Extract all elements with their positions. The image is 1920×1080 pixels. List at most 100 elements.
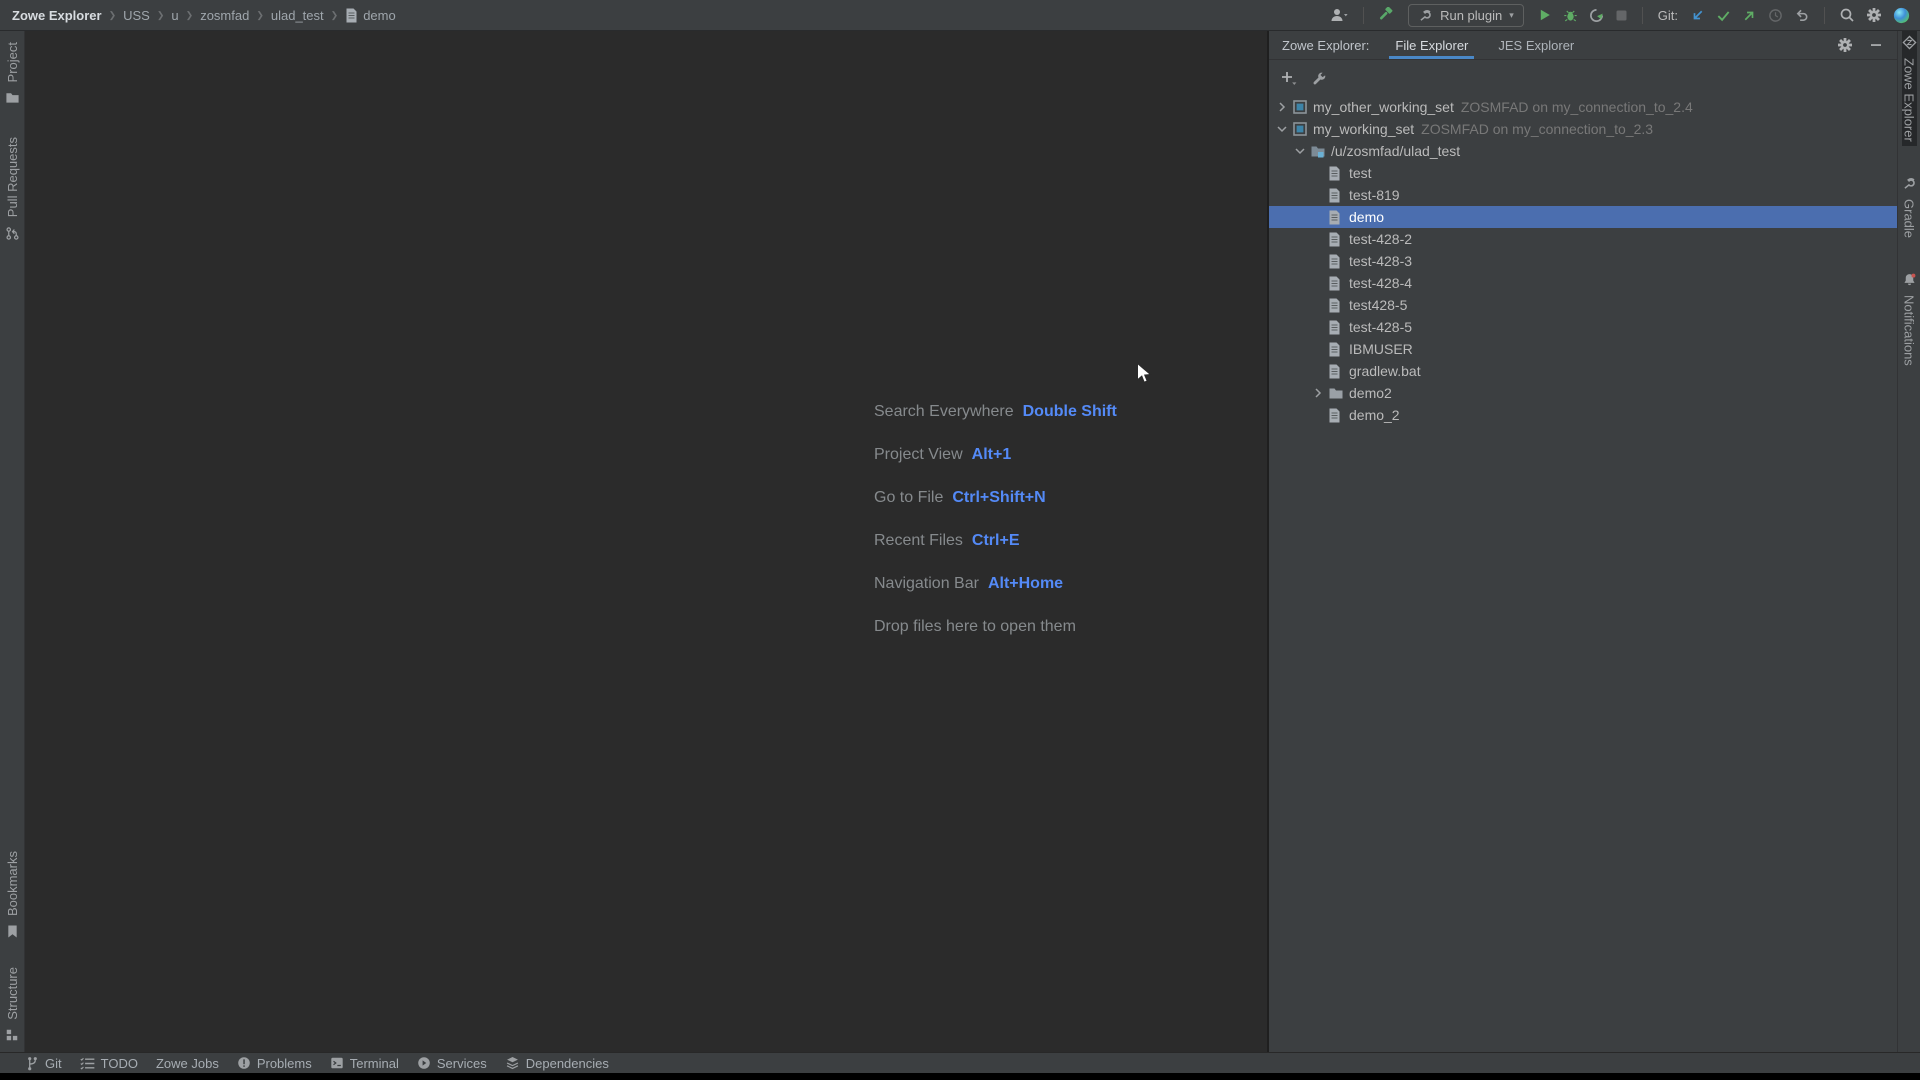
tree-item-label: test	[1349, 165, 1372, 181]
breadcrumb-item-zowe-explorer[interactable]: Zowe Explorer	[12, 8, 102, 23]
todo-icon	[80, 1057, 95, 1070]
tree-item-test-428-3[interactable]: test-428-3	[1269, 250, 1897, 272]
tree-item-my-other-working-set[interactable]: my_other_working_setZOSMFAD on my_connec…	[1269, 96, 1897, 118]
shortcut-hint-search-everywhere: Search EverywhereDouble Shift	[874, 403, 1117, 423]
settings-gear-icon-button[interactable]	[1866, 7, 1882, 23]
stripe-item-label: Gradle	[1902, 199, 1917, 238]
shortcut-hint-drop-files-here-to-open-them: Drop files here to open them	[874, 618, 1117, 638]
statusbar-button-git[interactable]: Git	[26, 1056, 62, 1071]
tab-file-explorer[interactable]: File Explorer	[1395, 31, 1468, 59]
stripe-item-zowe-explorer[interactable]: Zowe Explorer	[1902, 31, 1917, 146]
stripe-item-pull-requests[interactable]: Pull Requests	[5, 133, 20, 244]
folder-root-icon	[1310, 143, 1326, 159]
tree-item-label: gradlew.bat	[1349, 363, 1421, 379]
chevron-down-icon[interactable]	[1274, 121, 1290, 137]
run-icon-button[interactable]	[1538, 8, 1552, 22]
stripe-item-notifications[interactable]: Notifications	[1902, 268, 1917, 370]
breadcrumb-item-label: USS	[123, 8, 150, 23]
profile-avatar-icon-button[interactable]	[1893, 7, 1910, 24]
tree-indent-spacer	[1310, 319, 1326, 335]
tab-jes-explorer[interactable]: JES Explorer	[1498, 31, 1574, 59]
breadcrumb-item-label: zosmfad	[200, 8, 249, 23]
history-icon-button[interactable]	[1768, 8, 1783, 23]
breadcrumb-item-u[interactable]: u	[171, 8, 178, 23]
git-push-icon-button[interactable]	[1742, 8, 1757, 23]
chevron-right-icon[interactable]	[1310, 385, 1326, 401]
debug-icon-button[interactable]	[1563, 8, 1578, 23]
add-icon-button[interactable]	[1280, 70, 1298, 86]
tree-item-label: my_other_working_set	[1313, 99, 1454, 115]
user-icon-button[interactable]	[1329, 7, 1349, 23]
breadcrumb-separator-icon: ❯	[186, 10, 194, 21]
statusbar-button-dependencies[interactable]: Dependencies	[505, 1056, 609, 1071]
search-icon-button[interactable]	[1839, 7, 1855, 23]
run-plugin-button[interactable]: Run plugin▾	[1408, 4, 1524, 27]
shortcut-keys: Alt+1	[972, 446, 1012, 464]
tree-item-test428-5[interactable]: test428-5	[1269, 294, 1897, 316]
settings-gear-icon-button[interactable]	[1837, 37, 1853, 53]
shortcut-action-label: Search Everywhere	[874, 403, 1014, 421]
stripe-item-label: Bookmarks	[5, 851, 20, 916]
main-area: ProjectPull Requests BookmarksStructure …	[0, 31, 1920, 1052]
project-folder-icon	[5, 90, 20, 105]
tree-indent-spacer	[1310, 363, 1326, 379]
working-set-icon	[1292, 99, 1308, 115]
statusbar-button-problems[interactable]: Problems	[237, 1056, 312, 1071]
panel-header-actions	[1837, 37, 1883, 53]
breadcrumb-item-zosmfad[interactable]: zosmfad	[200, 8, 249, 23]
statusbar-button-zowe-jobs[interactable]: Zowe Jobs	[156, 1056, 219, 1071]
tree-indent-spacer	[1310, 209, 1326, 225]
git-update-icon-button[interactable]	[1690, 8, 1705, 23]
tree-item-label: IBMUSER	[1349, 341, 1413, 357]
build-hammer-icon-button[interactable]	[1378, 7, 1394, 23]
status-bar: Git TODO Zowe Jobs Problems Terminal Services…	[0, 1052, 1920, 1073]
stripe-item-label: Notifications	[1902, 295, 1917, 366]
hide-icon-button[interactable]	[1869, 38, 1883, 52]
statusbar-button-services[interactable]: Services	[417, 1056, 487, 1071]
tree-item-ibmuser[interactable]: IBMUSER	[1269, 338, 1897, 360]
stripe-item-bookmarks[interactable]: Bookmarks	[5, 847, 20, 943]
stripe-item-gradle[interactable]: Gradle	[1902, 172, 1917, 242]
stripe-item-label: Pull Requests	[5, 137, 20, 217]
tree-item-test-819[interactable]: test-819	[1269, 184, 1897, 206]
tree-indent-spacer	[1310, 407, 1326, 423]
rollback-icon-button[interactable]	[1794, 8, 1810, 23]
shortcut-hint-project-view: Project ViewAlt+1	[874, 446, 1117, 466]
statusbar-button-terminal[interactable]: Terminal	[330, 1056, 399, 1071]
tree-item-my-working-set[interactable]: my_working_setZOSMFAD on my_connection_t…	[1269, 118, 1897, 140]
tree-item-test-428-4[interactable]: test-428-4	[1269, 272, 1897, 294]
debug-icon	[1563, 8, 1578, 23]
statusbar-button-label: Problems	[257, 1056, 312, 1071]
statusbar-button-label: TODO	[101, 1056, 138, 1071]
stop-icon	[1615, 9, 1628, 22]
chevron-down-icon[interactable]	[1292, 143, 1308, 159]
statusbar-button-todo[interactable]: TODO	[80, 1056, 138, 1071]
tree-item-demo[interactable]: demo	[1269, 206, 1897, 228]
right-stripe-group: Zowe Explorer Gradle Notifications	[1898, 31, 1920, 370]
right-tool-stripe: Zowe Explorer Gradle Notifications	[1897, 31, 1920, 1052]
stripe-item-label: Project	[5, 42, 20, 82]
profiler-icon-button[interactable]	[1589, 8, 1604, 23]
hide-icon	[1869, 38, 1883, 52]
pull-request-icon	[5, 226, 20, 241]
tree-item-demo2[interactable]: demo2	[1269, 382, 1897, 404]
tree-item-test-428-2[interactable]: test-428-2	[1269, 228, 1897, 250]
chevron-right-icon[interactable]	[1274, 99, 1290, 115]
tree-item-gradlew-bat[interactable]: gradlew.bat	[1269, 360, 1897, 382]
breadcrumb-item-demo[interactable]: demo	[345, 8, 396, 23]
tree-item-test[interactable]: test	[1269, 162, 1897, 184]
tree-item-test-428-5[interactable]: test-428-5	[1269, 316, 1897, 338]
breadcrumb-item-uss[interactable]: USS	[123, 8, 150, 23]
user-icon	[1329, 7, 1349, 23]
stripe-item-project[interactable]: Project	[5, 38, 20, 109]
stop-icon-button[interactable]	[1615, 9, 1628, 22]
git-update-icon	[1690, 8, 1705, 23]
build-hammer-icon	[1378, 7, 1394, 23]
git-commit-icon-button[interactable]	[1716, 8, 1731, 23]
breadcrumb-item-ulad-test[interactable]: ulad_test	[271, 8, 324, 23]
toolbar-actions: Run plugin▾Git:	[1329, 4, 1910, 27]
tree-item-demo-2[interactable]: demo_2	[1269, 404, 1897, 426]
wrench-icon-button[interactable]	[1312, 71, 1327, 86]
tree-item-u-zosmfad-ulad-test[interactable]: /u/zosmfad/ulad_test	[1269, 140, 1897, 162]
stripe-item-structure[interactable]: Structure	[5, 963, 20, 1046]
